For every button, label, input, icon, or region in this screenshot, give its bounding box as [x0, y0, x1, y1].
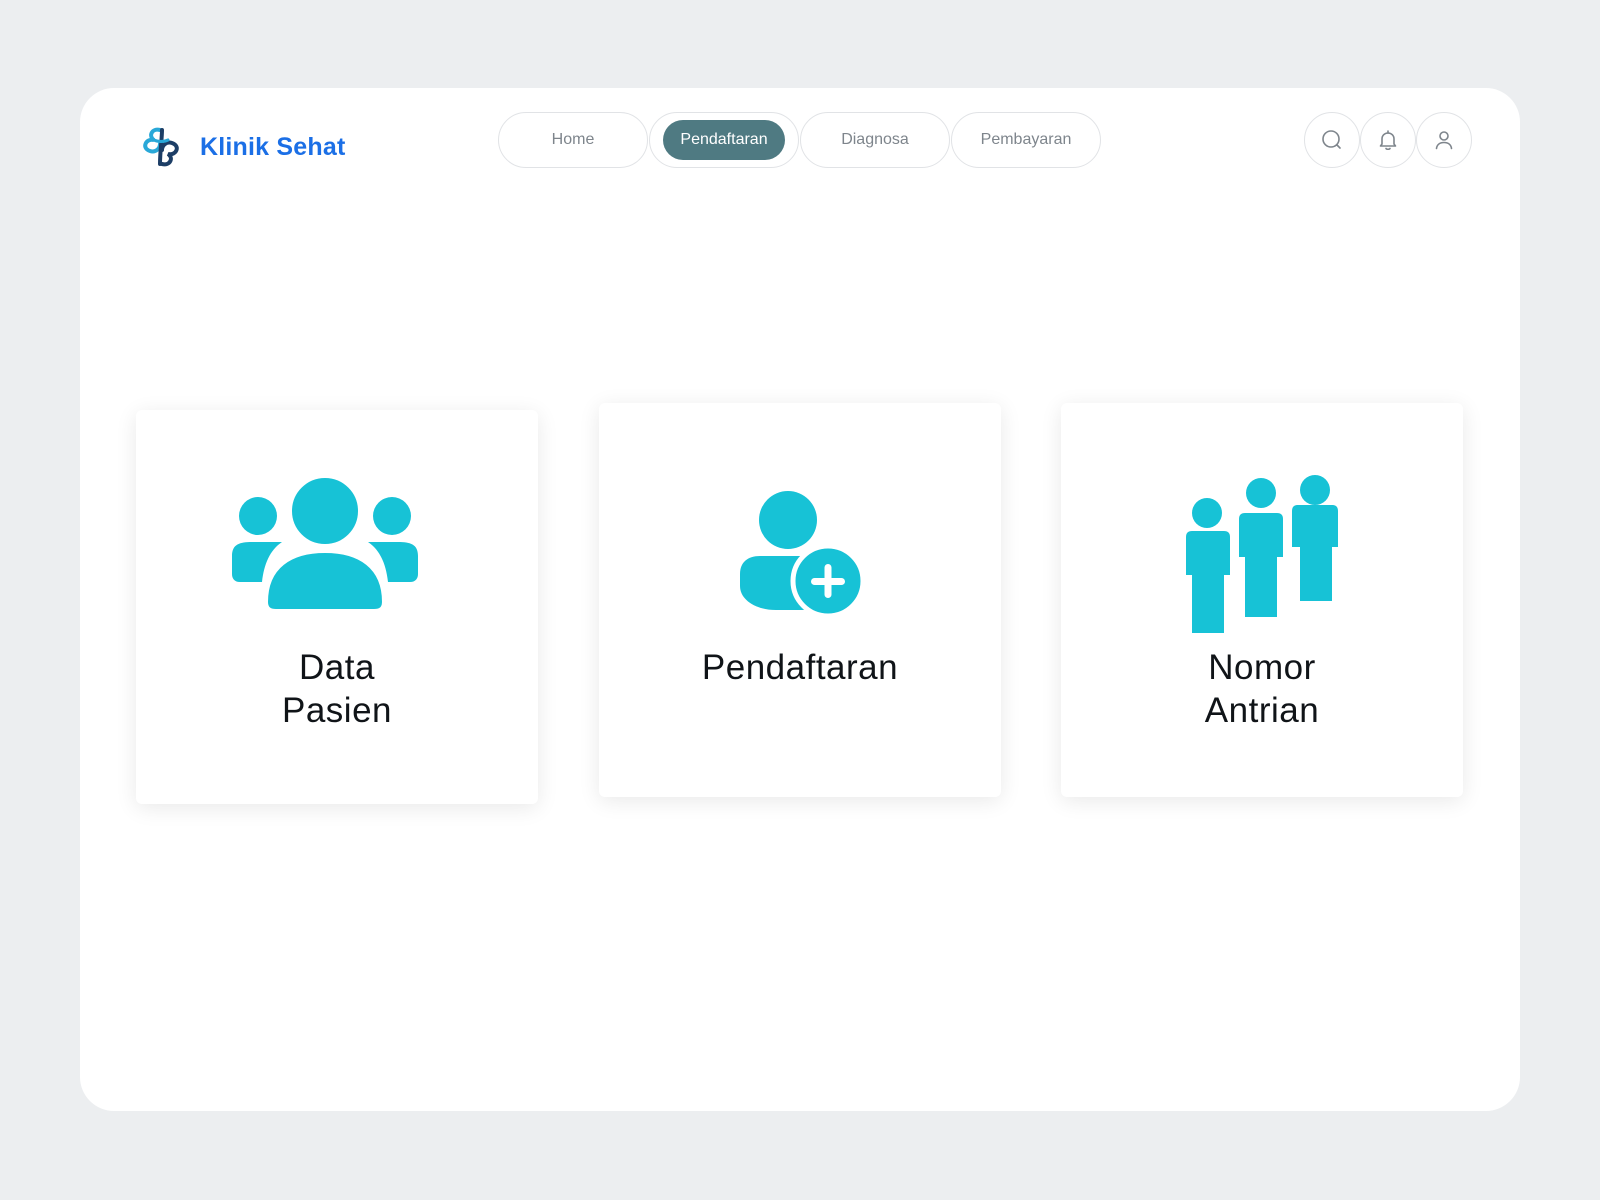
nomor-antrian-card[interactable]: Nomor Antrian [1061, 403, 1463, 797]
app-window: Klinik Sehat Home Pendaftaran Diagnosa P… [80, 88, 1520, 1111]
tab-pembayaran[interactable]: Pembayaran [951, 112, 1101, 168]
notifications-button[interactable] [1360, 112, 1416, 168]
medical-cross-logo-icon [143, 127, 179, 167]
queue-people-icon [1186, 475, 1338, 633]
add-user-icon [740, 491, 862, 618]
tab-pendaftaran[interactable]: Pendaftaran [649, 112, 799, 168]
tab-label: Home [551, 131, 595, 148]
tab-diagnosa[interactable]: Diagnosa [800, 112, 950, 168]
search-button[interactable] [1304, 112, 1360, 168]
card-title-line: Data [299, 648, 375, 687]
card-title-line: Antrian [1204, 691, 1320, 730]
card-title: Pendaftaran [599, 646, 1001, 689]
tab-home[interactable]: Home [498, 112, 648, 168]
tab-label: Pendaftaran [663, 120, 785, 160]
user-icon [1435, 131, 1453, 150]
patients-group-icon [232, 478, 418, 612]
pendaftaran-card[interactable]: Pendaftaran [599, 403, 1001, 797]
card-title-line: Pasien [281, 691, 393, 730]
data-pasien-card[interactable]: Data Pasien [136, 410, 538, 804]
tab-label: Diagnosa [841, 131, 909, 148]
card-title-line: Nomor [1208, 648, 1316, 687]
card-title: Data Pasien [136, 646, 538, 732]
app-name: Klinik Sehat [200, 132, 346, 161]
main-nav: Home Pendaftaran Diagnosa Pembayaran [498, 112, 1102, 168]
card-title-line: Pendaftaran [701, 648, 899, 687]
tab-label: Pembayaran [980, 131, 1072, 148]
header-actions [1304, 112, 1472, 168]
brand[interactable]: Klinik Sehat [138, 124, 346, 170]
profile-button[interactable] [1416, 112, 1472, 168]
search-icon [1322, 130, 1341, 149]
card-title: Nomor Antrian [1061, 646, 1463, 732]
bell-icon [1379, 130, 1397, 151]
